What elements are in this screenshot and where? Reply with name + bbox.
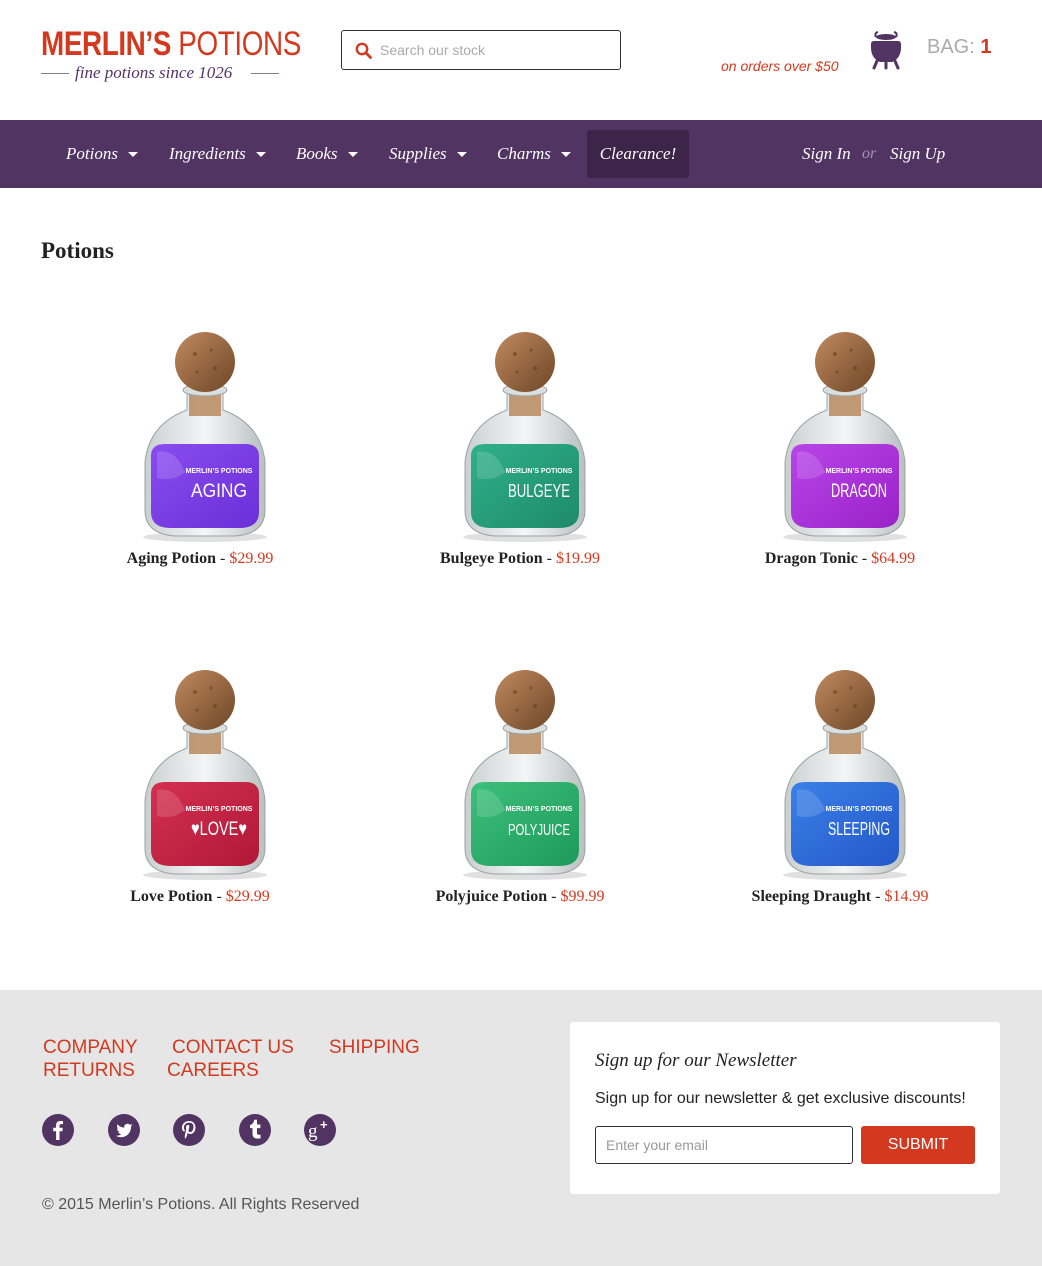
- product-price: $29.99: [229, 550, 274, 567]
- caret-down-icon: [127, 151, 138, 157]
- product-price: $29.99: [225, 888, 270, 905]
- newsletter-title: Sign up for our Newsletter: [595, 1050, 797, 1071]
- product-price: $14.99: [884, 888, 929, 905]
- copyright-text: © 2015 Merlin’s Potions. All Rights Rese…: [42, 1196, 360, 1213]
- nav-item-potions[interactable]: Potions: [66, 120, 138, 188]
- bottle-potion-label: BULGEYE: [508, 481, 570, 501]
- brand-tagline: fine potions since 1026: [75, 63, 233, 82]
- product-card-bulgeye-potion[interactable]: MERLIN’S POTIONS BULGEYE Bulgeye Potion - …: [360, 332, 680, 582]
- nav-item-books[interactable]: Books: [296, 120, 358, 188]
- price-separator: -: [212, 888, 226, 905]
- search-input[interactable]: [380, 39, 610, 61]
- brand-logo[interactable]: MERLIN’S POTIONS fine potions since 1026: [41, 26, 301, 86]
- footer-link-company[interactable]: COMPANY: [43, 1037, 138, 1059]
- newsletter-email-input[interactable]: [595, 1126, 853, 1164]
- site-footer: COMPANY CONTACT US SHIPPING RETURNS CARE…: [0, 990, 1042, 1266]
- bottle-potion-label: SLEEPING: [828, 819, 890, 839]
- site-header: MERLIN’S POTIONS fine potions since 1026…: [0, 0, 1042, 120]
- auth-separator: or: [862, 145, 877, 162]
- product-caption: Aging Potion - $29.99: [40, 550, 360, 568]
- bottle-potion-label: DRAGON: [831, 481, 887, 502]
- search-icon[interactable]: [354, 41, 374, 61]
- footer-link-returns[interactable]: RETURNS: [43, 1060, 135, 1082]
- bag-counter[interactable]: BAG: 1: [927, 36, 991, 59]
- caret-down-icon: [560, 151, 571, 157]
- nav-item-supplies[interactable]: Supplies: [389, 120, 467, 188]
- newsletter-description: Sign up for our newsletter & get exclusi…: [595, 1090, 966, 1107]
- footer-link-shipping[interactable]: SHIPPING: [329, 1037, 420, 1059]
- sign-in-link[interactable]: Sign In: [802, 120, 851, 188]
- bottle-potion-label: POLYJUICE: [508, 822, 570, 839]
- bottle-potion-label: AGING: [191, 481, 247, 502]
- nav-item-charms[interactable]: Charms: [497, 120, 571, 188]
- svg-text:g: g: [308, 1121, 318, 1142]
- bottle-brand-label: MERLIN’S POTIONS: [186, 806, 253, 813]
- potion-bottle-image: MERLIN’S POTIONS AGING: [143, 332, 267, 542]
- caret-down-icon: [347, 151, 358, 157]
- svg-text:+: +: [320, 1117, 328, 1132]
- cauldron-bag-icon[interactable]: [868, 28, 904, 70]
- page-title: Potions: [41, 238, 114, 263]
- bottle-brand-label: MERLIN’S POTIONS: [506, 806, 573, 813]
- sign-up-link[interactable]: Sign Up: [890, 120, 945, 188]
- shipping-promo: on orders over $50: [721, 58, 839, 74]
- nav-item-ingredients[interactable]: Ingredients: [169, 120, 266, 188]
- product-name[interactable]: Bulgeye Potion: [440, 550, 543, 567]
- product-caption: Dragon Tonic - $64.99: [680, 550, 1000, 568]
- nav-item-clearance[interactable]: Clearance!: [587, 130, 689, 178]
- price-separator: -: [871, 888, 885, 905]
- product-name[interactable]: Aging Potion: [127, 550, 216, 567]
- potion-bottle-image: MERLIN’S POTIONS ♥LOVE♥: [143, 670, 267, 880]
- product-name[interactable]: Sleeping Draught: [752, 888, 872, 905]
- product-card-love-potion[interactable]: MERLIN’S POTIONS ♥LOVE♥ Love Potion - $29.…: [40, 670, 360, 920]
- main-nav: Potions Ingredients Books Supplies Charm…: [0, 120, 1042, 188]
- product-price: $99.99: [560, 888, 605, 905]
- facebook-icon[interactable]: [42, 1114, 74, 1146]
- product-name[interactable]: Polyjuice Potion: [436, 888, 548, 905]
- newsletter-submit-button[interactable]: SUBMIT: [861, 1126, 975, 1164]
- bottle-brand-label: MERLIN’S POTIONS: [506, 468, 573, 475]
- product-card-sleeping-draught[interactable]: MERLIN’S POTIONS SLEEPING Sleeping Draught…: [680, 670, 1000, 920]
- google-plus-icon[interactable]: g +: [304, 1114, 336, 1146]
- search-box: [341, 30, 621, 70]
- caret-down-icon: [456, 151, 467, 157]
- product-price: $64.99: [871, 550, 916, 567]
- bottle-potion-label: ♥LOVE♥: [191, 819, 247, 840]
- product-caption: Bulgeye Potion - $19.99: [360, 550, 680, 568]
- potion-bottle-image: MERLIN’S POTIONS DRAGON: [783, 332, 907, 542]
- product-name[interactable]: Love Potion: [130, 888, 212, 905]
- price-separator: -: [857, 550, 872, 567]
- product-caption: Sleeping Draught - $14.99: [680, 888, 1000, 906]
- tagline-divider: [41, 73, 69, 74]
- brand-tagline-row: fine potions since 1026: [41, 63, 279, 83]
- price-separator: -: [216, 550, 230, 567]
- twitter-icon[interactable]: [108, 1114, 140, 1146]
- brand-name: MERLIN’S POTIONS: [41, 25, 301, 63]
- price-separator: -: [542, 550, 556, 567]
- pinterest-icon[interactable]: [173, 1114, 205, 1146]
- tumblr-icon[interactable]: [239, 1114, 271, 1146]
- footer-link-contact-us[interactable]: CONTACT US: [172, 1037, 294, 1059]
- potion-bottle-image: MERLIN’S POTIONS POLYJUICE: [463, 670, 587, 880]
- product-card-aging-potion[interactable]: MERLIN’S POTIONS AGING Aging Potion - $29.…: [40, 332, 360, 582]
- product-card-dragon-tonic[interactable]: MERLIN’S POTIONS DRAGON Dragon Tonic - $64…: [680, 332, 1000, 582]
- caret-down-icon: [255, 151, 266, 157]
- bottle-brand-label: MERLIN’S POTIONS: [826, 468, 893, 475]
- newsletter-box: Sign up for our Newsletter Sign up for o…: [570, 1022, 1000, 1194]
- product-name[interactable]: Dragon Tonic: [765, 550, 858, 567]
- bottle-brand-label: MERLIN’S POTIONS: [186, 468, 253, 475]
- footer-link-careers[interactable]: CAREERS: [167, 1060, 259, 1082]
- product-caption: Polyjuice Potion - $99.99: [360, 888, 680, 906]
- product-price: $19.99: [556, 550, 600, 567]
- bottle-brand-label: MERLIN’S POTIONS: [826, 806, 893, 813]
- potion-bottle-image: MERLIN’S POTIONS BULGEYE: [463, 332, 587, 542]
- tagline-divider: [251, 73, 279, 74]
- product-card-polyjuice-potion[interactable]: MERLIN’S POTIONS POLYJUICE Polyjuice Potio…: [360, 670, 680, 920]
- potion-bottle-image: MERLIN’S POTIONS SLEEPING: [783, 670, 907, 880]
- bag-count: 1: [980, 36, 992, 58]
- price-separator: -: [547, 888, 561, 905]
- product-caption: Love Potion - $29.99: [40, 888, 360, 906]
